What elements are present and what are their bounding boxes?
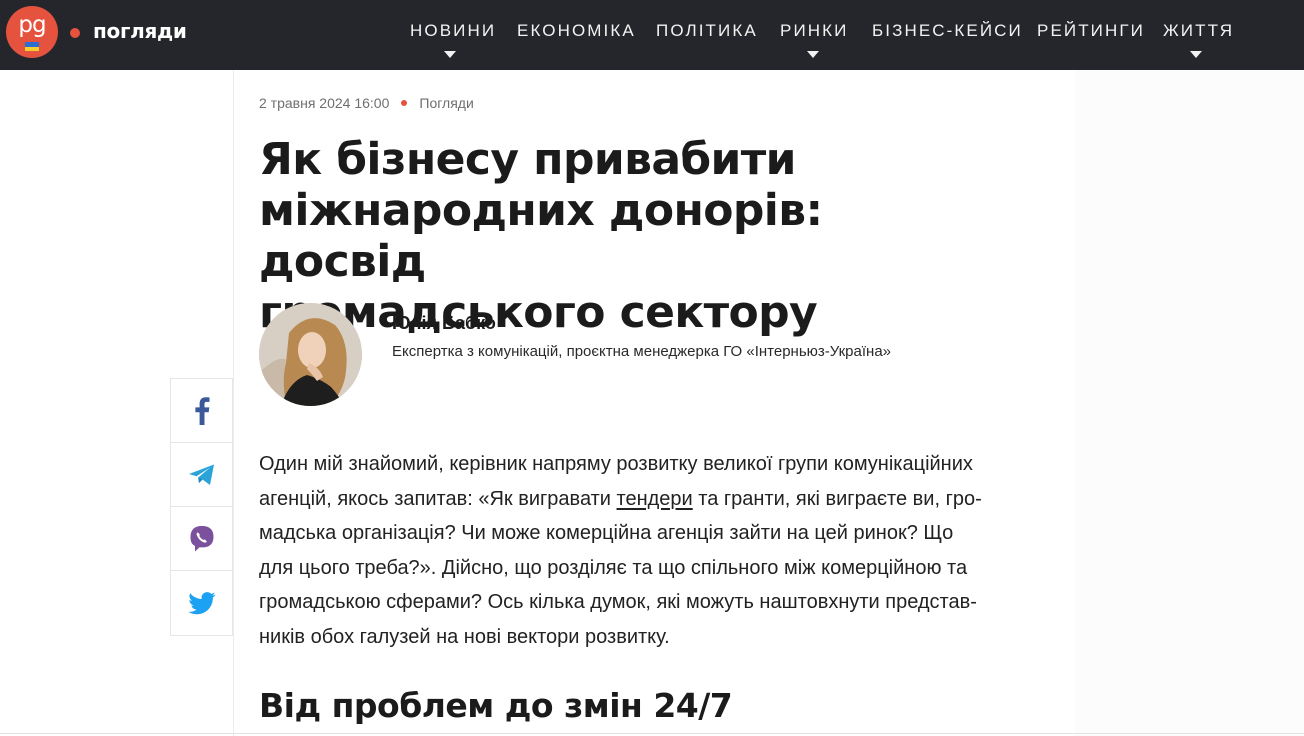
nav-item-business-cases[interactable]: БІЗНЕС-КЕЙСИ [872, 21, 1023, 41]
article-title: Як бізнесу привабити міжнародних донорів… [259, 134, 979, 338]
nav-item-politics[interactable]: ПОЛІТИКА [656, 21, 758, 41]
telegram-icon [188, 464, 214, 485]
paragraph-line: Один мій знайомий, керівник напряму розв… [259, 453, 973, 475]
share-bar [170, 378, 233, 636]
logo-text: pg [18, 12, 46, 38]
nav-item-life[interactable]: ЖИТТЯ [1163, 21, 1234, 41]
article-meta: 2 травня 2024 16:00 Погляди [259, 95, 474, 111]
title-line: Як бізнесу привабити [259, 134, 797, 185]
paragraph-line: для цього треба?». Дійсно, що розділяє т… [259, 556, 968, 579]
section-dot [70, 28, 80, 38]
title-line: міжнародних донорів: досвід [259, 185, 823, 287]
category-link[interactable]: Погляди [419, 95, 473, 111]
bottom-divider [0, 733, 1304, 734]
meta-dot [401, 100, 408, 107]
share-telegram-button[interactable] [171, 443, 232, 507]
paragraph-line: громадською сферами? Ось кілька думок, я… [259, 591, 977, 614]
right-sidebar [1075, 70, 1304, 736]
nav-item-economy[interactable]: ЕКОНОМІКА [517, 21, 636, 41]
tenders-link[interactable]: тендери [617, 488, 693, 510]
left-divider [233, 70, 234, 736]
paragraph-text: агенцій, якось запитав: «Як вигравати [259, 487, 617, 510]
top-bar: pg погляди НОВИНИ ЕКОНОМІКА ПОЛІТИКА РИН… [0, 0, 1304, 70]
paragraph-line: ників обох галузей на нові вектори розви… [259, 625, 670, 648]
share-twitter-button[interactable] [171, 571, 232, 635]
paragraph-text: та гранти, які виграєте ви, гро- [692, 487, 982, 510]
chevron-down-icon[interactable] [444, 51, 456, 58]
author-avatar[interactable] [259, 303, 362, 406]
article-paragraph: Один мій знайомий, керівник напряму розв… [259, 447, 1059, 655]
nav-item-markets[interactable]: РИНКИ [780, 21, 848, 41]
share-facebook-button[interactable] [171, 379, 232, 443]
share-viber-button[interactable] [171, 507, 232, 571]
site-logo[interactable]: pg [6, 6, 58, 58]
article-date: 2 травня 2024 16:00 [259, 95, 390, 111]
paragraph-line: мадська організація? Чи може комерційна … [259, 522, 954, 545]
twitter-icon [187, 591, 216, 614]
author-photo [259, 303, 362, 406]
chevron-down-icon[interactable] [1190, 51, 1202, 58]
title-line: громадського сектору [259, 287, 818, 338]
nav-item-news[interactable]: НОВИНИ [410, 21, 496, 41]
facebook-icon [194, 396, 209, 425]
author-name[interactable]: Юлія Бабко [392, 313, 496, 334]
ukraine-flag-icon [25, 42, 39, 51]
section-label[interactable]: погляди [93, 19, 187, 43]
paragraph-line: агенцій, якось запитав: «Як вигравати те… [259, 482, 1059, 517]
viber-icon [190, 525, 213, 551]
nav-item-ratings[interactable]: РЕЙТИНГИ [1037, 21, 1145, 41]
section-subheading: Від проблем до змін 24/7 [259, 686, 733, 725]
chevron-down-icon[interactable] [807, 51, 819, 58]
author-role: Експертка з комунікацій, проєктна менедж… [392, 343, 892, 360]
